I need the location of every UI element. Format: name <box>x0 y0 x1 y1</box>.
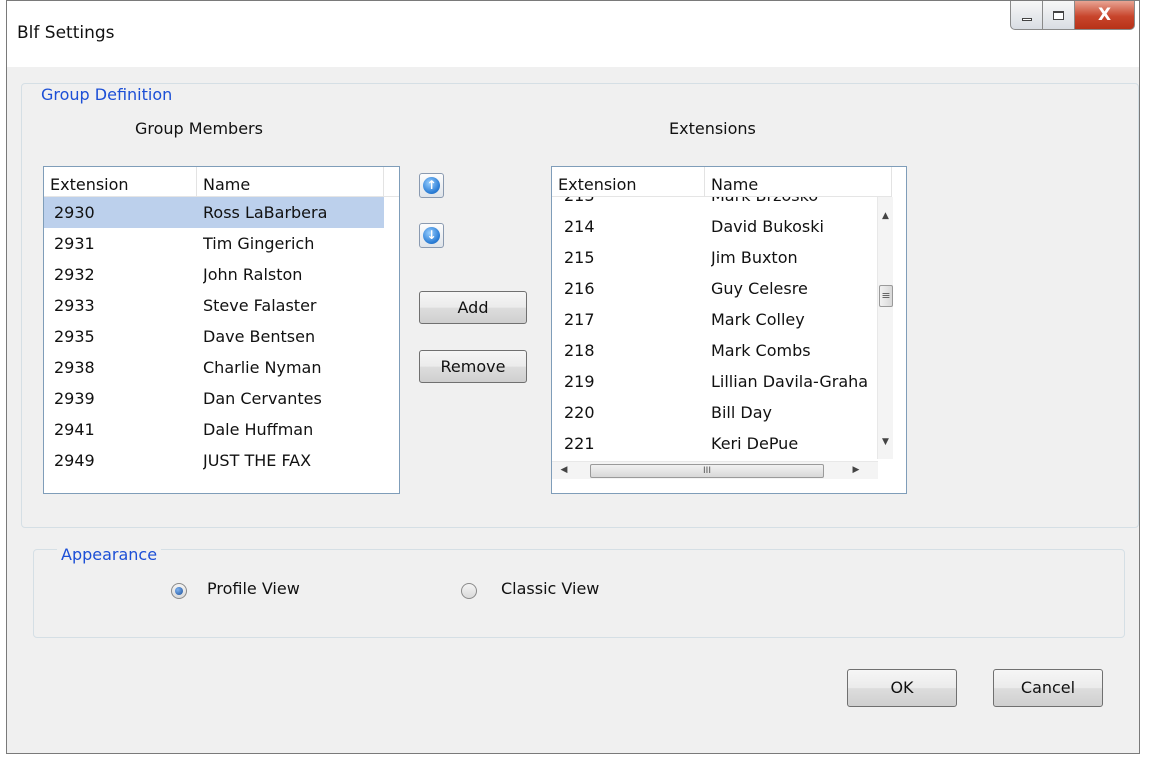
group-members-title: Group Members <box>135 119 263 138</box>
group-members-list[interactable]: Extension Name 2930 Ross LaBarbera 2931 Tim… <box>43 166 400 494</box>
table-row[interactable]: 2938 Charlie Nyman <box>44 352 384 383</box>
extensions-horizontal-scrollbar[interactable]: ◀ III ▶ <box>552 461 878 479</box>
extensions-vertical-scrollbar[interactable]: ▲ ≡ ▼ <box>877 197 893 459</box>
table-row[interactable]: 214 David Bukoski <box>552 211 877 242</box>
extension-cell: 219 <box>564 372 595 391</box>
table-row[interactable]: 219 Lillian Davila-Graha <box>552 366 877 397</box>
name-cell: John Ralston <box>203 265 303 284</box>
window-controls: X <box>1010 1 1135 30</box>
remove-button[interactable]: Remove <box>419 350 527 383</box>
name-cell: Dave Bentsen <box>203 327 316 346</box>
blf-settings-window: Blf Settings X Group Definition Group Me… <box>6 0 1140 754</box>
name-cell: Steve Falaster <box>203 296 317 315</box>
name-cell: JUST THE FAX <box>203 451 312 470</box>
profile-view-label[interactable]: Profile View <box>207 579 300 598</box>
table-row[interactable]: 2939 Dan Cervantes <box>44 383 384 414</box>
extension-cell: 2935 <box>54 327 95 346</box>
column-header-name[interactable]: Name <box>705 167 892 197</box>
maximize-button[interactable] <box>1043 1 1075 30</box>
ok-button[interactable]: OK <box>847 669 957 707</box>
name-cell: Charlie Nyman <box>203 358 322 377</box>
extension-cell: 217 <box>564 310 595 329</box>
move-up-button[interactable]: ↑ <box>419 173 444 198</box>
maximize-icon <box>1053 10 1064 20</box>
table-row[interactable]: 215 Jim Buxton <box>552 242 877 273</box>
table-row[interactable]: 216 Guy Celesre <box>552 273 877 304</box>
profile-view-radio[interactable] <box>171 583 187 599</box>
name-cell: Guy Celesre <box>711 279 808 298</box>
table-row[interactable]: 2935 Dave Bentsen <box>44 321 384 352</box>
extension-cell: 218 <box>564 341 595 360</box>
name-cell: Dan Cervantes <box>203 389 322 408</box>
table-row[interactable]: 2941 Dale Huffman <box>44 414 384 445</box>
title-bar[interactable]: Blf Settings X <box>7 1 1139 67</box>
extension-cell: 216 <box>564 279 595 298</box>
column-header-name[interactable]: Name <box>197 167 384 197</box>
table-row[interactable]: 218 Mark Combs <box>552 335 877 366</box>
table-row[interactable]: 2930 Ross LaBarbera <box>44 197 384 228</box>
appearance-legend: Appearance <box>57 545 162 564</box>
scroll-left-arrow-icon[interactable]: ◀ <box>558 465 570 475</box>
classic-view-radio[interactable] <box>461 583 477 599</box>
extension-cell: 214 <box>564 217 595 236</box>
add-button[interactable]: Add <box>419 291 527 324</box>
horizontal-scroll-thumb[interactable]: III <box>590 464 824 478</box>
group-definition-legend: Group Definition <box>37 85 177 104</box>
column-header-extension[interactable]: Extension <box>44 167 197 197</box>
table-row[interactable]: 2931 Tim Gingerich <box>44 228 384 259</box>
table-row[interactable]: 2949 JUST THE FAX <box>44 445 384 476</box>
group-members-header: Extension Name <box>44 167 399 197</box>
move-down-button[interactable]: ↓ <box>419 223 444 248</box>
name-cell: Keri DePue <box>711 434 799 453</box>
extension-cell: 2931 <box>54 234 95 253</box>
table-row[interactable]: 221 Keri DePue <box>552 428 877 459</box>
close-button[interactable]: X <box>1075 1 1135 30</box>
extension-cell: 220 <box>564 403 595 422</box>
close-icon: X <box>1097 5 1112 25</box>
name-cell: Jim Buxton <box>711 248 798 267</box>
vertical-scroll-thumb[interactable]: ≡ <box>879 285 893 307</box>
extension-cell: 2939 <box>54 389 95 408</box>
column-header-extension[interactable]: Extension <box>552 167 705 197</box>
classic-view-label[interactable]: Classic View <box>501 579 599 598</box>
extension-cell: 2933 <box>54 296 95 315</box>
window-title: Blf Settings <box>17 23 115 43</box>
name-cell: David Bukoski <box>711 217 824 236</box>
name-cell: Dale Huffman <box>203 420 314 439</box>
table-row[interactable]: 2933 Steve Falaster <box>44 290 384 321</box>
table-row[interactable]: 220 Bill Day <box>552 397 877 428</box>
extensions-list[interactable]: 213Mark Brzosko214David Bukoski215Jim Bu… <box>551 166 907 494</box>
extension-cell: 2941 <box>54 420 95 439</box>
extension-cell: 221 <box>564 434 595 453</box>
extensions-header: Extension Name <box>552 167 892 197</box>
table-row[interactable]: 2932 John Ralston <box>44 259 384 290</box>
name-cell: Bill Day <box>711 403 772 422</box>
name-cell: Ross LaBarbera <box>203 203 328 222</box>
name-cell: Mark Combs <box>711 341 811 360</box>
arrow-down-circle-icon: ↓ <box>423 227 440 244</box>
minimize-icon <box>1021 17 1032 21</box>
scroll-grip: III <box>703 466 711 476</box>
table-row[interactable]: 217 Mark Colley <box>552 304 877 335</box>
extension-cell: 2930 <box>54 203 95 222</box>
scroll-up-arrow-icon[interactable]: ▲ <box>878 211 893 221</box>
radio-selected-dot <box>175 587 183 595</box>
arrow-up-circle-icon: ↑ <box>423 177 440 194</box>
extension-cell: 215 <box>564 248 595 267</box>
scroll-right-arrow-icon[interactable]: ▶ <box>850 465 862 475</box>
extensions-title: Extensions <box>669 119 756 138</box>
extension-cell: 2932 <box>54 265 95 284</box>
extension-cell: 2949 <box>54 451 95 470</box>
extension-cell: 2938 <box>54 358 95 377</box>
name-cell: Tim Gingerich <box>203 234 315 253</box>
minimize-button[interactable] <box>1010 1 1043 30</box>
name-cell: Mark Colley <box>711 310 805 329</box>
scroll-down-arrow-icon[interactable]: ▼ <box>878 437 893 447</box>
name-cell: Lillian Davila-Graha <box>711 372 869 391</box>
cancel-button[interactable]: Cancel <box>993 669 1103 707</box>
